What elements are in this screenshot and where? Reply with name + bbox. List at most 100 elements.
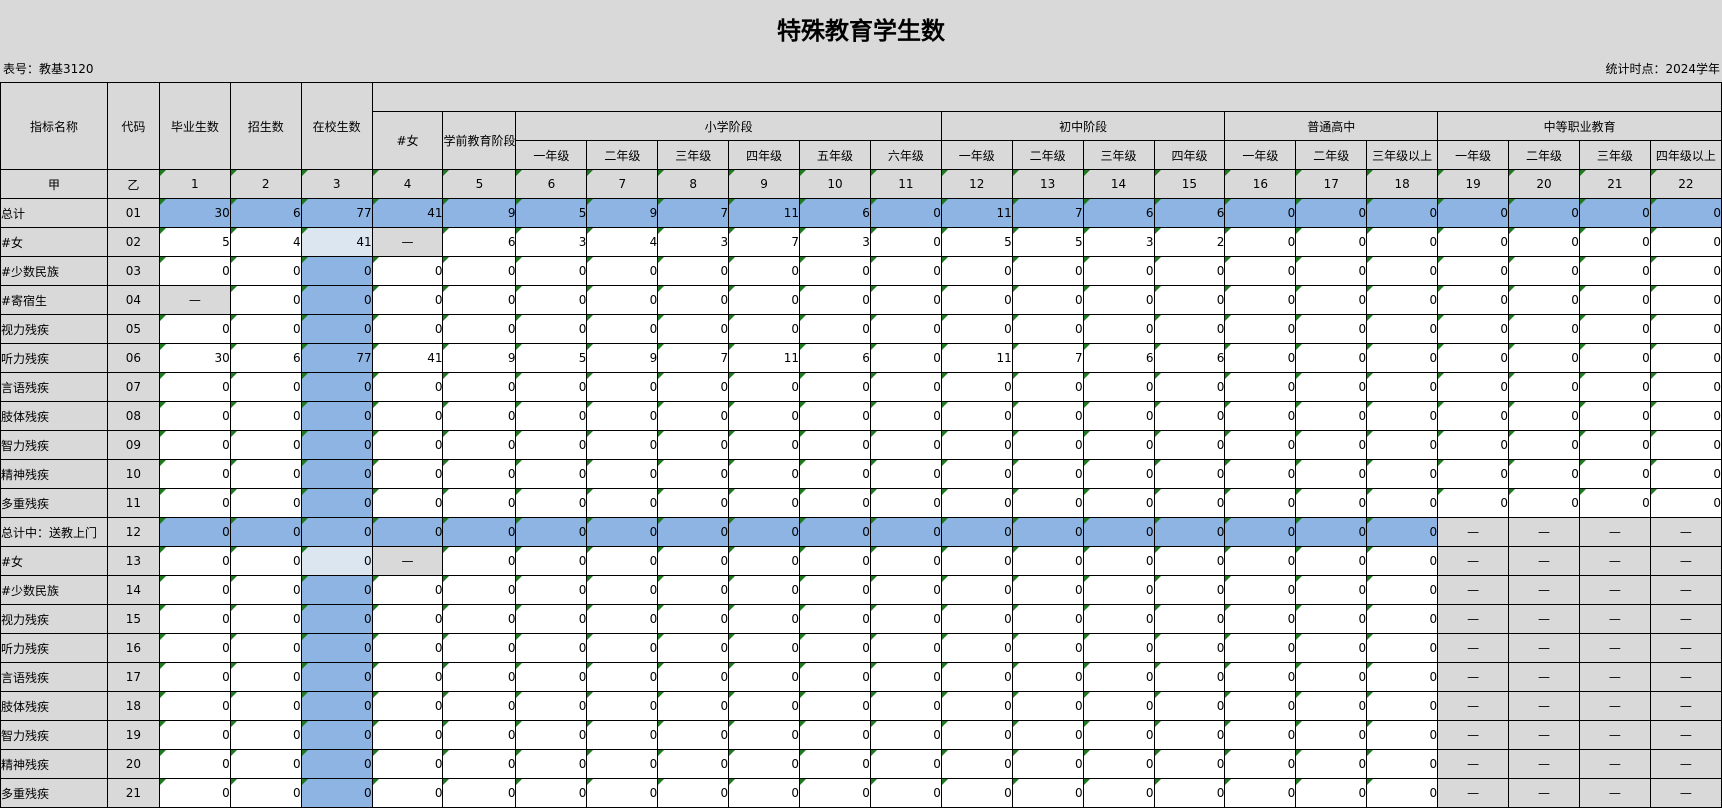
data-cell[interactable]: 0 — [799, 604, 871, 634]
data-cell[interactable]: 0 — [1508, 343, 1580, 373]
data-cell[interactable]: 0 — [799, 720, 871, 750]
data-cell[interactable]: 5 — [1011, 227, 1084, 257]
data-cell[interactable]: 0 — [1153, 372, 1226, 402]
data-cell[interactable]: 0 — [515, 314, 588, 344]
data-cell[interactable]: 0 — [586, 517, 659, 547]
data-cell[interactable]: 0 — [869, 604, 942, 634]
data-cell[interactable]: 0 — [1224, 517, 1297, 547]
data-cell[interactable]: 0 — [940, 430, 1013, 460]
data-cell[interactable]: 0 — [229, 488, 302, 518]
data-cell[interactable]: 0 — [515, 575, 588, 605]
data-cell[interactable]: 0 — [1649, 430, 1722, 460]
data-cell[interactable]: 0 — [1011, 778, 1084, 808]
data-cell[interactable]: 0 — [1649, 285, 1722, 315]
data-cell[interactable]: 0 — [1295, 459, 1368, 489]
data-cell[interactable]: 0 — [1366, 575, 1439, 605]
data-cell[interactable]: 0 — [940, 720, 1013, 750]
data-cell[interactable]: 0 — [1578, 314, 1651, 344]
data-cell[interactable]: 0 — [371, 662, 444, 692]
data-cell[interactable]: 0 — [371, 691, 444, 721]
data-cell[interactable]: 0 — [586, 285, 659, 315]
data-cell[interactable]: 0 — [1082, 633, 1155, 663]
data-cell[interactable]: 0 — [869, 749, 942, 779]
data-cell[interactable]: 0 — [869, 430, 942, 460]
data-cell[interactable]: 0 — [515, 285, 588, 315]
data-cell[interactable]: 0 — [300, 430, 373, 460]
data-cell[interactable]: 0 — [1224, 430, 1297, 460]
data-cell[interactable]: 0 — [442, 459, 517, 489]
data-cell[interactable]: 0 — [442, 662, 517, 692]
data-cell[interactable]: 0 — [1366, 401, 1439, 431]
data-cell[interactable]: 0 — [229, 575, 302, 605]
data-cell[interactable]: 0 — [940, 575, 1013, 605]
data-cell[interactable]: 0 — [1295, 691, 1368, 721]
data-cell[interactable]: 0 — [158, 575, 231, 605]
data-cell[interactable]: 7 — [1011, 343, 1084, 373]
data-cell[interactable]: 0 — [869, 662, 942, 692]
data-cell[interactable]: 0 — [1366, 285, 1439, 315]
data-cell[interactable]: 0 — [158, 662, 231, 692]
data-cell[interactable]: 0 — [586, 778, 659, 808]
data-cell[interactable]: 0 — [158, 459, 231, 489]
data-cell[interactable]: 0 — [657, 401, 730, 431]
data-cell[interactable]: 0 — [300, 778, 373, 808]
data-cell[interactable]: 0 — [1011, 401, 1084, 431]
data-cell[interactable]: 0 — [229, 720, 302, 750]
data-cell[interactable]: 0 — [657, 778, 730, 808]
data-cell[interactable]: 0 — [1649, 227, 1722, 257]
data-cell[interactable]: 41 — [300, 227, 373, 257]
data-cell[interactable]: 0 — [1366, 778, 1439, 808]
data-cell[interactable]: 0 — [1295, 198, 1368, 228]
data-cell[interactable]: 0 — [1295, 430, 1368, 460]
data-cell[interactable]: 0 — [1649, 314, 1722, 344]
data-cell[interactable]: 0 — [586, 749, 659, 779]
data-cell[interactable]: 41 — [371, 343, 444, 373]
data-cell[interactable]: 0 — [869, 720, 942, 750]
data-cell[interactable]: 0 — [1366, 633, 1439, 663]
data-cell[interactable]: 0 — [1224, 691, 1297, 721]
data-cell[interactable]: 0 — [799, 459, 871, 489]
data-cell[interactable]: 0 — [1082, 662, 1155, 692]
data-cell[interactable]: 0 — [1437, 285, 1510, 315]
data-cell[interactable]: 0 — [1366, 256, 1439, 286]
data-cell[interactable]: 0 — [371, 430, 444, 460]
data-cell[interactable]: 0 — [657, 575, 730, 605]
data-cell[interactable]: 0 — [1082, 517, 1155, 547]
data-cell[interactable]: 0 — [1011, 314, 1084, 344]
data-cell[interactable]: 3 — [1082, 227, 1155, 257]
data-cell[interactable]: 5 — [515, 343, 588, 373]
data-cell[interactable]: 0 — [442, 314, 517, 344]
data-cell[interactable]: 0 — [371, 604, 444, 634]
data-cell[interactable]: 0 — [586, 546, 659, 576]
data-cell[interactable]: 0 — [515, 401, 588, 431]
data-cell[interactable]: 0 — [586, 401, 659, 431]
data-cell[interactable]: 0 — [1295, 749, 1368, 779]
data-cell[interactable]: 9 — [586, 198, 659, 228]
data-cell[interactable]: 0 — [657, 749, 730, 779]
data-cell[interactable]: 0 — [1366, 662, 1439, 692]
data-cell[interactable]: 0 — [300, 517, 373, 547]
data-cell[interactable]: 6 — [1153, 343, 1226, 373]
data-cell[interactable]: 0 — [657, 372, 730, 402]
data-cell[interactable]: 0 — [1508, 430, 1580, 460]
data-cell[interactable]: 0 — [1224, 662, 1297, 692]
data-cell[interactable]: 0 — [1011, 459, 1084, 489]
data-cell[interactable]: 0 — [1366, 691, 1439, 721]
data-cell[interactable]: 0 — [300, 720, 373, 750]
data-cell[interactable]: 0 — [869, 488, 942, 518]
data-cell[interactable]: 0 — [657, 633, 730, 663]
data-cell[interactable]: 0 — [799, 488, 871, 518]
data-cell[interactable]: 0 — [657, 720, 730, 750]
data-cell[interactable]: 0 — [1011, 691, 1084, 721]
data-cell[interactable]: 0 — [371, 575, 444, 605]
data-cell[interactable]: 0 — [371, 459, 444, 489]
data-cell[interactable]: 0 — [869, 459, 942, 489]
data-cell[interactable]: 0 — [1011, 430, 1084, 460]
data-cell[interactable]: 0 — [229, 517, 302, 547]
data-cell[interactable]: 0 — [799, 314, 871, 344]
data-cell[interactable]: 0 — [940, 633, 1013, 663]
data-cell[interactable]: 0 — [1437, 401, 1510, 431]
data-cell[interactable]: 0 — [1011, 749, 1084, 779]
data-cell[interactable]: 0 — [442, 430, 517, 460]
data-cell[interactable]: 0 — [1366, 198, 1439, 228]
